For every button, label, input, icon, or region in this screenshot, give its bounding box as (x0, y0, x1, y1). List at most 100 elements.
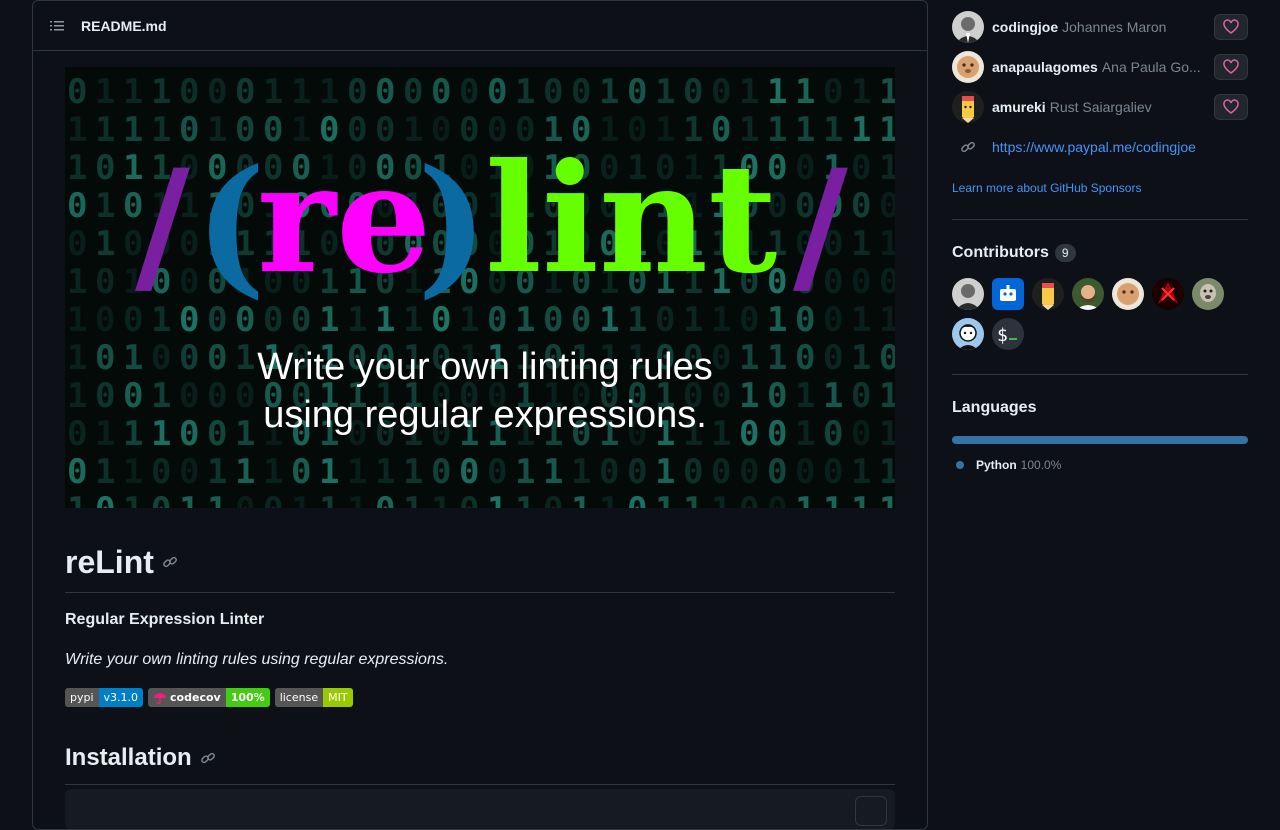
svg-text:0: 0 (179, 376, 199, 416)
svg-text:1: 1 (515, 452, 535, 492)
contributor-avatar[interactable] (952, 318, 984, 350)
paypal-link[interactable]: https://www.paypal.me/codingjoe (992, 139, 1196, 155)
svg-text:0: 0 (851, 262, 871, 302)
sponsor-login[interactable]: amureki (992, 99, 1046, 115)
svg-text:0: 0 (67, 72, 87, 112)
svg-text:0: 0 (179, 452, 199, 492)
svg-text:0: 0 (599, 452, 619, 492)
svg-text:1: 1 (207, 490, 227, 508)
languages-title: Languages (952, 399, 1037, 416)
svg-text:0: 0 (431, 72, 451, 112)
sponsor-button[interactable] (1214, 94, 1248, 120)
learn-more-sponsors-link[interactable]: Learn more about GitHub Sponsors (952, 181, 1248, 195)
badge-label-text: codecov (170, 691, 221, 704)
svg-text:1: 1 (683, 490, 703, 508)
svg-text:1: 1 (95, 224, 115, 264)
sponsor-item: amureki Rust Saiargaliev (952, 87, 1248, 127)
copy-button[interactable] (855, 796, 887, 826)
svg-text:1: 1 (95, 72, 115, 112)
svg-text:1: 1 (431, 490, 451, 508)
svg-text:1: 1 (179, 490, 199, 508)
contributor-avatar[interactable] (1072, 278, 1104, 310)
svg-text:1: 1 (207, 452, 227, 492)
svg-text:0: 0 (767, 376, 787, 416)
svg-text:1: 1 (543, 452, 563, 492)
sidebar-divider (952, 374, 1248, 375)
contributor-avatar[interactable] (1152, 278, 1184, 310)
contributor-avatar[interactable] (952, 278, 984, 310)
svg-text:1: 1 (879, 72, 895, 112)
contributor-avatar[interactable]: $ (992, 318, 1024, 350)
sponsor-login[interactable]: codingjoe (992, 19, 1058, 35)
contributor-avatar[interactable] (1192, 278, 1224, 310)
contributor-avatar[interactable] (1112, 278, 1144, 310)
svg-text:0: 0 (431, 452, 451, 492)
svg-text:1: 1 (739, 376, 759, 416)
svg-text:0: 0 (711, 376, 731, 416)
readme-file-name[interactable]: README.md (81, 18, 167, 34)
svg-text:1: 1 (851, 490, 871, 508)
svg-text:1: 1 (879, 300, 895, 340)
svg-text:1: 1 (599, 72, 619, 112)
svg-text:1: 1 (67, 376, 87, 416)
svg-text:1: 1 (851, 110, 871, 150)
svg-text:1: 1 (515, 72, 535, 112)
language-item[interactable]: Python 100.0% (952, 458, 1248, 472)
badge-value: 100% (225, 688, 270, 707)
sponsor-name: Ana Paula Go... (1101, 59, 1201, 75)
sponsor-name: Rust Saiargaliev (1049, 99, 1152, 115)
svg-text:1: 1 (291, 490, 311, 508)
contributor-avatar[interactable] (992, 278, 1024, 310)
avatar[interactable] (952, 91, 984, 123)
svg-text:1: 1 (795, 376, 815, 416)
outline-list-icon[interactable] (49, 18, 65, 34)
svg-text:0: 0 (375, 490, 395, 508)
code-block (65, 789, 895, 829)
logo-re: re (257, 131, 431, 307)
svg-text:1: 1 (235, 338, 255, 378)
svg-text:1: 1 (851, 338, 871, 378)
logo-lint: lint (485, 131, 777, 307)
badge-value: v3.1.0 (98, 688, 144, 707)
svg-text:0: 0 (459, 72, 479, 112)
codecov-badge[interactable]: codecov 100% (148, 688, 270, 707)
svg-text:0: 0 (487, 452, 507, 492)
contributor-avatar[interactable] (1032, 278, 1064, 310)
svg-text:1: 1 (879, 148, 895, 188)
svg-text:0: 0 (711, 72, 731, 112)
badge-label: codecov (148, 688, 226, 707)
svg-text:0: 0 (851, 376, 871, 416)
pypi-badge[interactable]: pypi v3.1.0 (65, 688, 144, 707)
link-anchor-icon[interactable] (162, 554, 178, 570)
relint-banner-image: 0111000111000000100101001110111111010010… (65, 67, 895, 508)
svg-text:0: 0 (151, 490, 171, 508)
contributors-list: $ (952, 278, 1232, 350)
svg-text:1: 1 (291, 72, 311, 112)
contributors-heading[interactable]: Contributors 9 (952, 244, 1248, 262)
svg-text:0: 0 (403, 72, 423, 112)
sponsor-login[interactable]: anapaulagomes (992, 59, 1098, 75)
badge-value: MIT (323, 688, 353, 707)
installation-heading-text: Installation (65, 744, 192, 771)
avatar[interactable] (952, 11, 984, 43)
svg-text:1: 1 (319, 452, 339, 492)
svg-text:0: 0 (459, 452, 479, 492)
link-anchor-icon[interactable] (200, 750, 216, 766)
svg-text:0: 0 (879, 262, 895, 302)
svg-text:0: 0 (95, 376, 115, 416)
svg-text:0: 0 (263, 490, 283, 508)
logo-paren-right: ) (417, 137, 488, 313)
svg-text:1: 1 (795, 490, 815, 508)
sponsor-button[interactable] (1214, 54, 1248, 80)
svg-text:0: 0 (683, 72, 703, 112)
svg-text:1: 1 (879, 490, 895, 508)
license-badge[interactable]: license MIT (274, 688, 353, 707)
readme-header: README.md (33, 1, 927, 51)
avatar[interactable] (952, 51, 984, 83)
sponsor-button[interactable] (1214, 14, 1248, 40)
svg-text:1: 1 (655, 490, 675, 508)
link-icon (952, 139, 984, 155)
svg-text:0: 0 (67, 186, 87, 226)
svg-text:1: 1 (879, 414, 895, 454)
logo-paren-left: ( (195, 137, 266, 313)
